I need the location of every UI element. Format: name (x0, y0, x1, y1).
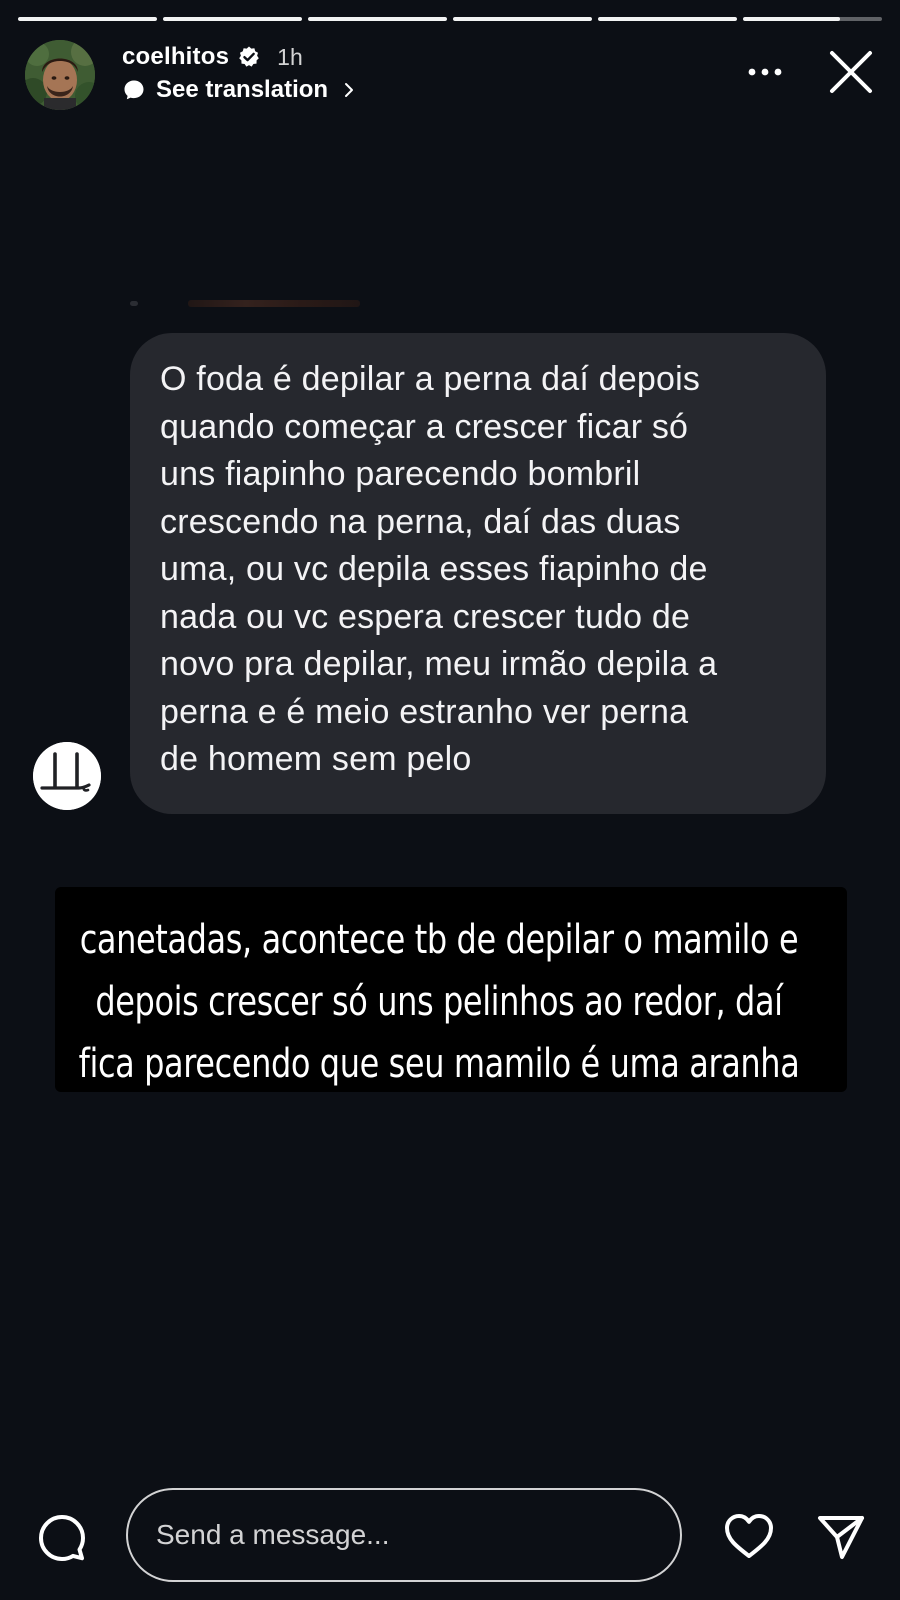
caption-text: canetadas, acontece tb de depilar o mami… (55, 909, 823, 1095)
message-line: uma, ou vc depila esses fiapinho de (160, 550, 708, 588)
message-bubble: O foda é depilar a perna daí depois quand… (130, 333, 826, 814)
message-line: nada ou vc espera crescer tudo de (160, 597, 691, 636)
background-artifact (188, 300, 360, 307)
message-text: O foda é depilar a perna daí depois quand… (160, 356, 796, 784)
username-row: coelhitos 1h (122, 42, 303, 72)
send-icon[interactable] (815, 1512, 867, 1562)
story-progress-segment (163, 17, 302, 21)
see-translation-label: See translation (156, 76, 329, 103)
close-icon[interactable] (827, 48, 875, 96)
profile-avatar-image (25, 40, 95, 110)
story-progress-segment (18, 17, 157, 21)
story-progress-segment (453, 17, 592, 21)
story-footer (0, 1488, 900, 1584)
heart-icon[interactable] (722, 1511, 776, 1561)
story-progress (18, 17, 882, 21)
message-line: crescendo na perna, daí das duas (160, 502, 681, 541)
caption-line: canetadas, acontece tb de depilar o mami… (79, 917, 799, 963)
username[interactable]: coelhitos (122, 43, 229, 71)
message-line: quando começar a crescer ficar só (160, 407, 689, 446)
story-progress-fill (598, 17, 737, 21)
story-progress-fill (453, 17, 592, 21)
caption-line: fica parecendo que seu mamilo é uma aran… (78, 1041, 800, 1087)
camera-icon[interactable] (36, 1512, 88, 1564)
story-progress-fill (743, 17, 841, 21)
message-line: de homem sem pelo (160, 740, 472, 778)
message-line: uns fiapinho parecendo bombril (160, 455, 641, 493)
message-sender-avatar-icon (33, 742, 101, 810)
more-horizontal-icon (748, 68, 782, 76)
story-header: coelhitos 1h See translation (25, 38, 875, 110)
speech-bubble-icon (124, 80, 144, 100)
story-progress-fill (308, 17, 447, 21)
story-progress-segment (308, 17, 447, 21)
story-time: 1h (277, 43, 303, 70)
see-translation-link[interactable]: See translation (122, 75, 358, 105)
more-options-button[interactable] (740, 50, 790, 94)
message-input[interactable] (126, 1488, 682, 1582)
message-line: novo pra depilar, meu irmão depila a (160, 645, 718, 683)
message-sender-avatar (33, 742, 101, 810)
story-screen: coelhitos 1h See translation O foda é de… (0, 0, 900, 1600)
message-line: O foda é depilar a perna daí depois (160, 360, 701, 398)
story-progress-segment (598, 17, 737, 21)
story-progress-segment (743, 17, 882, 21)
background-artifact (130, 301, 138, 306)
chevron-right-icon (345, 83, 354, 97)
story-progress-fill (163, 17, 302, 21)
message-line: perna e é meio estranho ver perna (160, 692, 689, 731)
profile-avatar[interactable] (25, 40, 95, 110)
verified-badge-icon (239, 46, 259, 67)
caption-line: depois crescer só uns pelinhos ao redor,… (95, 979, 783, 1025)
story-caption: canetadas, acontece tb de depilar o mami… (55, 887, 847, 1092)
story-progress-fill (18, 17, 157, 21)
